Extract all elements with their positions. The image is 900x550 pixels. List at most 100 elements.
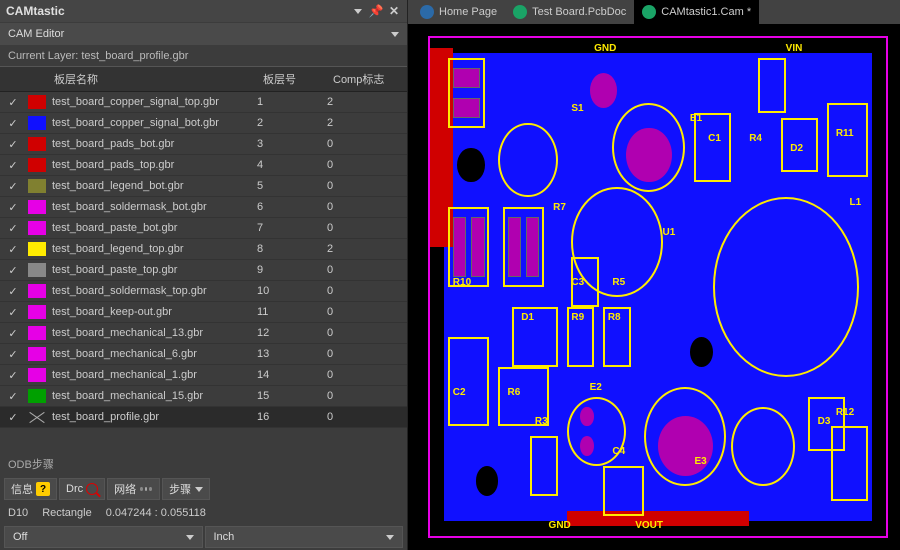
layer-comp: 2 bbox=[327, 117, 407, 129]
layer-table-header: 板层名称 板层号 Comp标志 bbox=[0, 66, 407, 92]
status-coords: 0.047244 : 0.055118 bbox=[106, 507, 206, 519]
layer-row[interactable]: ✓test_board_soldermask_bot.gbr60 bbox=[0, 197, 407, 218]
layer-comp: 0 bbox=[327, 138, 407, 150]
cam-editor-dropdown[interactable]: CAM Editor bbox=[0, 23, 407, 45]
layer-color-swatch bbox=[28, 284, 46, 298]
layer-color-swatch bbox=[28, 116, 46, 130]
layer-number: 10 bbox=[257, 285, 327, 297]
layer-visibility-check[interactable]: ✓ bbox=[0, 390, 26, 403]
layer-row[interactable]: ✓ test_board_pads_bot.gbr30 bbox=[0, 134, 407, 155]
layer-row[interactable]: ✓test_board_keep-out.gbr110 bbox=[0, 302, 407, 323]
layer-visibility-check[interactable]: ✓ bbox=[0, 96, 26, 109]
layer-row[interactable]: ✓test_board_mechanical_6.gbr130 bbox=[0, 344, 407, 365]
layer-color-swatch bbox=[28, 305, 46, 319]
layer-color-swatch bbox=[28, 221, 46, 235]
panel-close-icon[interactable]: ✕ bbox=[387, 4, 401, 18]
header-num: 板层号 bbox=[257, 67, 327, 91]
layer-number: 12 bbox=[257, 327, 327, 339]
layer-comp: 2 bbox=[327, 243, 407, 255]
layer-name: test_board_copper_signal_top.gbr bbox=[48, 96, 257, 108]
layer-color-swatch bbox=[28, 95, 46, 109]
layer-comp: 0 bbox=[327, 201, 407, 213]
layer-row[interactable]: ✓test_board_legend_bot.gbr50 bbox=[0, 176, 407, 197]
tab-icon bbox=[513, 5, 527, 19]
layer-list[interactable]: ✓test_board_copper_signal_top.gbr12✓test… bbox=[0, 92, 407, 452]
document-tab[interactable]: CAMtastic1.Cam * bbox=[634, 0, 759, 24]
layer-visibility-check[interactable]: ✓ bbox=[0, 369, 26, 382]
panel-toolbar: 信息? Drc 网络 步骤 bbox=[0, 476, 407, 502]
status-bar: D10 Rectangle 0.047244 : 0.055118 bbox=[0, 502, 407, 524]
layer-row[interactable]: ✓test_board_soldermask_top.gbr100 bbox=[0, 281, 407, 302]
unit-combo[interactable]: Inch bbox=[205, 526, 404, 548]
layer-row[interactable]: ✓ test_board_paste_top.gbr90 bbox=[0, 260, 407, 281]
layer-name: test_board_mechanical_6.gbr bbox=[48, 348, 257, 360]
info-button[interactable]: 信息? bbox=[4, 478, 57, 500]
layer-number: 16 bbox=[257, 411, 327, 423]
layer-row[interactable]: ✓test_board_copper_signal_top.gbr12 bbox=[0, 92, 407, 113]
layer-visibility-check[interactable]: ✓ bbox=[0, 264, 26, 277]
layer-row[interactable]: ✓test_board_legend_top.gbr82 bbox=[0, 239, 407, 260]
layer-color-swatch bbox=[28, 179, 46, 193]
layer-visibility-check[interactable]: ✓ bbox=[0, 327, 26, 340]
layer-color-swatch bbox=[28, 158, 46, 172]
layer-color-swatch bbox=[28, 242, 46, 256]
cam-editor-label: CAM Editor bbox=[8, 28, 64, 40]
layer-comp: 2 bbox=[327, 96, 407, 108]
combo-row: Off Inch bbox=[0, 524, 407, 550]
layer-comp: 0 bbox=[327, 390, 407, 402]
document-tab[interactable]: Home Page bbox=[412, 0, 505, 24]
layer-visibility-check[interactable]: ✓ bbox=[0, 243, 26, 256]
view-mode-combo[interactable]: Off bbox=[4, 526, 203, 548]
layer-number: 5 bbox=[257, 180, 327, 192]
layer-comp: 0 bbox=[327, 369, 407, 381]
document-tab[interactable]: Test Board.PcbDoc bbox=[505, 0, 634, 24]
layer-row[interactable]: ✓test_board_copper_signal_bot.gbr22 bbox=[0, 113, 407, 134]
layer-name: test_board_legend_bot.gbr bbox=[48, 180, 257, 192]
layer-color-swatch bbox=[28, 389, 46, 403]
layer-name: test_board_soldermask_bot.gbr bbox=[48, 201, 257, 213]
layer-visibility-check[interactable]: ✓ bbox=[0, 180, 26, 193]
layer-row[interactable]: ✓test_board_profile.gbr160 bbox=[0, 407, 407, 428]
layer-name: test_board_pads_bot.gbr bbox=[48, 138, 257, 150]
layer-visibility-check[interactable]: ✓ bbox=[0, 411, 26, 424]
panel-dropdown-icon[interactable] bbox=[351, 4, 365, 18]
layer-comp: 0 bbox=[327, 222, 407, 234]
layer-row[interactable]: ✓test_board_mechanical_15.gbr150 bbox=[0, 386, 407, 407]
layer-color-swatch bbox=[28, 137, 46, 151]
tab-label: Home Page bbox=[439, 6, 497, 18]
layer-color-swatch bbox=[28, 326, 46, 340]
drc-button[interactable]: Drc bbox=[59, 478, 105, 500]
layer-visibility-check[interactable]: ✓ bbox=[0, 138, 26, 151]
layer-comp: 0 bbox=[327, 327, 407, 339]
layer-number: 15 bbox=[257, 390, 327, 402]
layer-name: test_board_profile.gbr bbox=[48, 411, 257, 423]
chevron-down-icon bbox=[186, 535, 194, 540]
layer-number: 9 bbox=[257, 264, 327, 276]
layer-row[interactable]: ✓test_board_mechanical_1.gbr140 bbox=[0, 365, 407, 386]
layer-color-swatch bbox=[28, 368, 46, 382]
layer-visibility-check[interactable]: ✓ bbox=[0, 159, 26, 172]
panel-pin-icon[interactable]: 📌 bbox=[369, 4, 383, 18]
layer-name: test_board_paste_top.gbr bbox=[48, 264, 257, 276]
net-button[interactable]: 网络 bbox=[107, 478, 160, 500]
layer-row[interactable]: ✓test_board_mechanical_13.gbr120 bbox=[0, 323, 407, 344]
odb-section-label: ODB步骤 bbox=[0, 452, 407, 476]
layer-visibility-check[interactable]: ✓ bbox=[0, 117, 26, 130]
pcb-canvas[interactable]: S1 E1 GND VIN C1 R4 D2 R11 L1 R7 U1 bbox=[408, 24, 900, 550]
layer-visibility-check[interactable]: ✓ bbox=[0, 201, 26, 214]
panel-title-text: CAMtastic bbox=[6, 4, 65, 18]
layer-visibility-check[interactable]: ✓ bbox=[0, 222, 26, 235]
layer-name: test_board_copper_signal_bot.gbr bbox=[48, 117, 257, 129]
step-button[interactable]: 步骤 bbox=[162, 478, 210, 500]
tab-label: CAMtastic1.Cam * bbox=[661, 6, 751, 18]
layer-visibility-check[interactable]: ✓ bbox=[0, 285, 26, 298]
layer-row[interactable]: ✓test_board_paste_bot.gbr70 bbox=[0, 218, 407, 239]
layer-color-swatch bbox=[28, 263, 46, 277]
layer-number: 3 bbox=[257, 138, 327, 150]
layer-visibility-check[interactable]: ✓ bbox=[0, 348, 26, 361]
tab-icon bbox=[420, 5, 434, 19]
layer-row[interactable]: ✓test_board_pads_top.gbr40 bbox=[0, 155, 407, 176]
layer-comp: 0 bbox=[327, 264, 407, 276]
current-layer: Current Layer: test_board_profile.gbr bbox=[0, 46, 407, 66]
layer-visibility-check[interactable]: ✓ bbox=[0, 306, 26, 319]
